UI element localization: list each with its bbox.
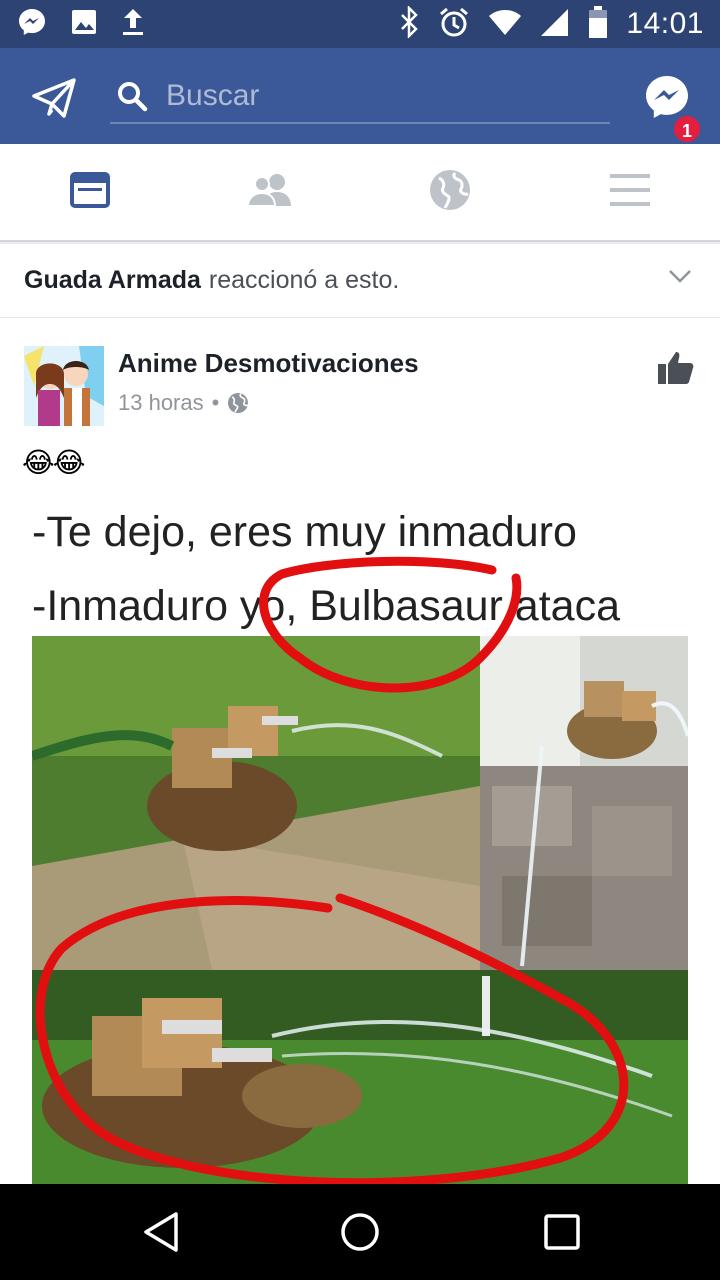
- tab-news-feed[interactable]: [0, 144, 180, 240]
- app-root: 14:01 1: [0, 0, 720, 1280]
- meme-image[interactable]: -Te dejo, eres muy inmaduro -Inmaduro yo…: [0, 498, 720, 1184]
- upload-icon: [120, 7, 146, 42]
- red-annotation-circles: [35, 556, 629, 1184]
- alarm-icon: [438, 6, 470, 43]
- status-time: 14:01: [626, 7, 704, 40]
- menu-icon: [609, 172, 651, 213]
- image-icon: [70, 8, 98, 41]
- wifi-icon: [488, 8, 522, 41]
- globe-icon: [429, 169, 471, 216]
- post-time[interactable]: 13 horas: [118, 390, 204, 416]
- feed-post: Guada Armada reaccionó a esto. Anime Des…: [0, 244, 720, 1184]
- home-icon[interactable]: [338, 1210, 382, 1254]
- search-icon: [116, 80, 148, 112]
- like-page-icon[interactable]: [656, 348, 696, 388]
- search-bar[interactable]: [110, 70, 610, 124]
- post-meta: 13 horas •: [118, 390, 249, 416]
- meta-separator: •: [211, 390, 220, 415]
- avatar[interactable]: [24, 346, 104, 426]
- actor-name[interactable]: Guada Armada: [24, 266, 201, 295]
- search-input[interactable]: [166, 79, 586, 113]
- tab-notifications[interactable]: [360, 144, 540, 240]
- story-header: Guada Armada reaccionó a esto.: [0, 244, 720, 318]
- messenger-notification-icon: [16, 6, 48, 43]
- post-text: 😂😂: [22, 447, 85, 478]
- recents-icon[interactable]: [540, 1210, 584, 1254]
- battery-icon: [588, 5, 608, 43]
- page-name[interactable]: Anime Desmotivaciones: [118, 348, 419, 379]
- back-icon[interactable]: [140, 1210, 184, 1254]
- friends-icon: [246, 172, 293, 213]
- tab-bar: [0, 144, 720, 242]
- tab-friends[interactable]: [180, 144, 360, 240]
- story-action: reaccionó a esto.: [208, 266, 400, 294]
- messenger-badge: 1: [672, 114, 702, 144]
- app-header: 1: [0, 48, 720, 144]
- news-feed-icon: [70, 171, 110, 213]
- system-nav-bar: [0, 1184, 720, 1280]
- send-icon[interactable]: [32, 78, 76, 118]
- bluetooth-icon: [398, 4, 420, 43]
- tab-menu[interactable]: [540, 144, 720, 240]
- signal-icon: [540, 7, 570, 42]
- chevron-down-icon[interactable]: [668, 264, 692, 288]
- globe-icon: [227, 392, 249, 414]
- status-bar: 14:01: [0, 0, 720, 48]
